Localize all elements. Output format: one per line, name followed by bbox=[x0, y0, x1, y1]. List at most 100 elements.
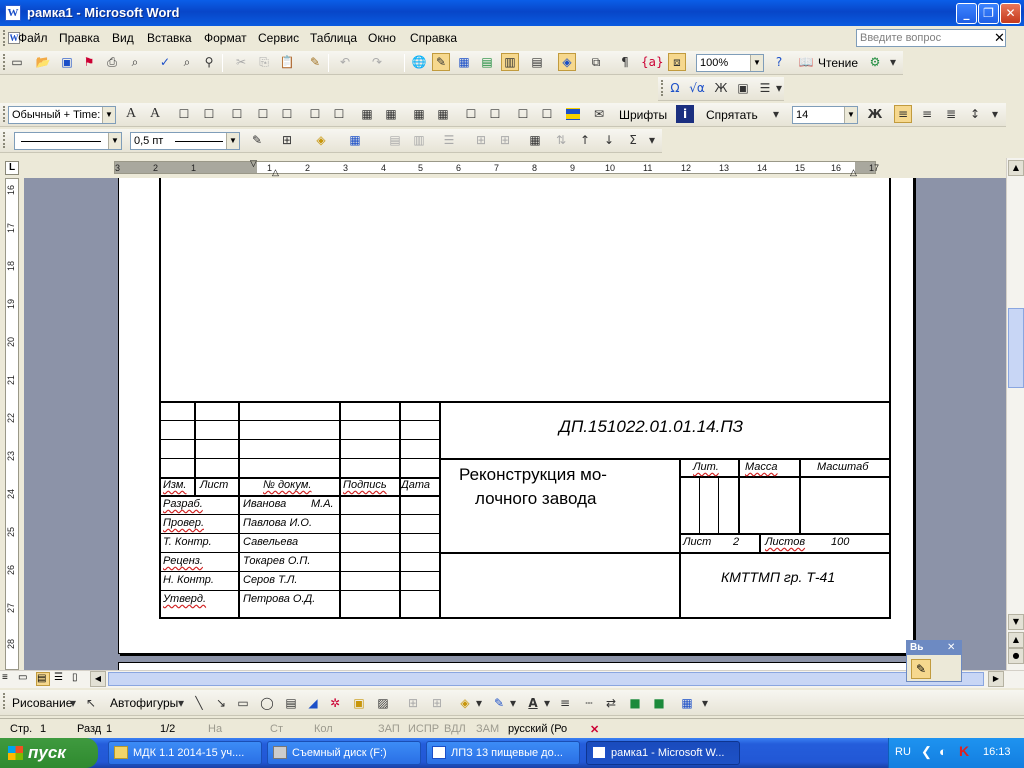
close-doc-icon[interactable]: ✕ bbox=[994, 30, 1005, 46]
tab-selector[interactable]: L bbox=[5, 161, 19, 175]
minimize-button[interactable]: _ bbox=[956, 3, 977, 24]
text-box-icon[interactable]: ▤ bbox=[282, 694, 300, 712]
grid-icon[interactable]: ▦ bbox=[410, 105, 428, 123]
menu-edit[interactable]: Правка bbox=[59, 31, 100, 45]
browse-object-icon[interactable]: ● bbox=[1008, 648, 1024, 664]
fonts-button[interactable]: Шрифты bbox=[619, 108, 667, 122]
role-tech-control[interactable]: Т. Контр. bbox=[163, 536, 212, 548]
chevron-down-icon[interactable]: ▾ bbox=[176, 694, 186, 712]
menu-tools[interactable]: Сервис bbox=[258, 31, 299, 45]
find-icon[interactable]: ⚲ bbox=[200, 53, 218, 71]
col-header-docno[interactable]: № докум. bbox=[263, 479, 311, 491]
doc-map-icon[interactable]: ◈ bbox=[558, 53, 576, 71]
reading-button[interactable]: Чтение bbox=[818, 56, 858, 70]
vertical-ruler-strip[interactable]: 16 17 18 19 20 21 22 23 24 25 26 27 28 bbox=[5, 178, 19, 670]
style-select[interactable]: Обычный + Time: ▼ bbox=[8, 106, 116, 124]
doc-title-line1[interactable]: Реконструкция мо- bbox=[459, 465, 607, 485]
shading-icon[interactable]: ◈ bbox=[312, 131, 330, 149]
distribute-rows-icon[interactable]: ⊞ bbox=[472, 131, 490, 149]
fill-color-icon[interactable]: ◈ bbox=[456, 694, 474, 712]
permission-icon[interactable]: ⚑ bbox=[80, 53, 98, 71]
task-word-doc[interactable]: ЛПЗ 13 пищевые до... bbox=[426, 741, 580, 765]
align-center-icon[interactable]: ≡ bbox=[918, 105, 936, 123]
menu-format[interactable]: Формат bbox=[204, 31, 247, 45]
lit-label[interactable]: Лит. bbox=[693, 461, 719, 473]
autoformat-icon[interactable]: ▦ bbox=[526, 131, 544, 149]
vertical-scrollbar[interactable]: ▲ ▼ ▲ ● bbox=[1006, 158, 1024, 670]
border-box-icon[interactable]: ☐ bbox=[254, 105, 272, 123]
line-spacing-icon[interactable]: ↕ bbox=[966, 105, 984, 123]
scroll-right-icon[interactable]: ▶ bbox=[988, 671, 1004, 687]
3d-icon[interactable]: ⊞ bbox=[428, 694, 446, 712]
print-icon[interactable]: ⎙ bbox=[103, 53, 121, 71]
ask-question-input[interactable]: Введите вопрос bbox=[856, 29, 1006, 47]
line-icon[interactable]: ╲ bbox=[190, 694, 208, 712]
toolbar-grip[interactable] bbox=[661, 80, 664, 96]
merge-cells-icon[interactable]: ▤ bbox=[386, 131, 404, 149]
chevron-down-icon[interactable]: ▾ bbox=[474, 694, 484, 712]
autosum-icon[interactable]: Σ bbox=[624, 131, 642, 149]
pilcrow-icon[interactable]: ¶ bbox=[616, 53, 634, 71]
insert-table-icon[interactable]: ▦ bbox=[455, 53, 473, 71]
toolbar-options-icon[interactable]: ▾ bbox=[770, 105, 782, 123]
outline-view-icon[interactable]: ☰ bbox=[54, 672, 68, 686]
reading-view-icon[interactable]: ▯ bbox=[72, 672, 86, 686]
toolbar-options-icon[interactable]: ▾ bbox=[886, 53, 900, 71]
border-box-icon[interactable]: ☐ bbox=[330, 105, 348, 123]
status-rec[interactable]: ЗАП bbox=[378, 723, 400, 735]
new-doc-icon[interactable]: ▭ bbox=[8, 53, 26, 71]
align-left-icon[interactable]: ≡ bbox=[894, 105, 912, 123]
border-box-icon[interactable]: ☐ bbox=[228, 105, 246, 123]
role-checker[interactable]: Провер. bbox=[163, 517, 204, 529]
equation-icon[interactable]: √α bbox=[688, 79, 706, 97]
scroll-down-icon[interactable]: ▼ bbox=[1008, 614, 1024, 630]
chevron-down-icon[interactable]: ▾ bbox=[508, 694, 518, 712]
task-removable-disk[interactable]: Съемный диск (F:) bbox=[267, 741, 421, 765]
print-layout-icon[interactable]: ▤ bbox=[36, 672, 50, 686]
scroll-thumb[interactable] bbox=[1008, 308, 1024, 388]
hyperlink-icon[interactable]: 🌐 bbox=[410, 53, 428, 71]
spelling-status-icon[interactable]: ✕ bbox=[590, 723, 599, 736]
open-icon[interactable]: 📂 bbox=[34, 53, 52, 71]
tray-arrow-icon[interactable]: ❮ bbox=[921, 744, 932, 760]
insert-picture-icon[interactable]: ▨ bbox=[374, 694, 392, 712]
doc-code[interactable]: ДП.151022.01.01.14.ПЗ bbox=[559, 417, 743, 437]
menu-help[interactable]: Справка bbox=[410, 31, 457, 45]
3d-style-icon[interactable]: ■ bbox=[650, 694, 668, 712]
split-cells-icon[interactable]: ▥ bbox=[410, 131, 428, 149]
sheets-label[interactable]: Листов bbox=[765, 536, 805, 548]
menu-insert[interactable]: Вставка bbox=[147, 31, 192, 45]
status-ext[interactable]: ВДЛ bbox=[444, 723, 466, 735]
format-painter-icon[interactable]: ✎ bbox=[306, 53, 324, 71]
menu-view[interactable]: Вид bbox=[112, 31, 134, 45]
name-tech-control[interactable]: Савельева bbox=[243, 536, 298, 548]
line-weight-select[interactable]: 0,5 пт ▼ bbox=[130, 132, 240, 150]
horizontal-scrollbar[interactable]: ≡ ▭ ▤ ☰ ▯ ◀ ▶ bbox=[0, 670, 1024, 688]
grid-icon[interactable]: ▦ bbox=[358, 105, 376, 123]
text-direction-icon[interactable]: ⇅ bbox=[552, 131, 570, 149]
align-cell-icon[interactable]: ☰ bbox=[440, 131, 458, 149]
h-scroll-thumb[interactable] bbox=[108, 672, 984, 686]
menu-window[interactable]: Окно bbox=[368, 31, 396, 45]
read-icon[interactable]: ⧈ bbox=[668, 53, 686, 71]
border-box-icon[interactable]: ☐ bbox=[486, 105, 504, 123]
shadow-icon[interactable]: ⊞ bbox=[404, 694, 422, 712]
info-icon[interactable]: i bbox=[676, 105, 694, 123]
shrink-font-icon[interactable]: A bbox=[146, 105, 164, 123]
language-indicator[interactable]: RU bbox=[895, 746, 911, 758]
document-page[interactable]: ДП.151022.01.01.14.ПЗ Реконструкция мо- … bbox=[118, 178, 914, 654]
role-reviewer[interactable]: Реценз. bbox=[163, 555, 203, 567]
picture-icon[interactable]: ▣ bbox=[734, 79, 752, 97]
name-checker[interactable]: Павлова И.О. bbox=[243, 517, 312, 529]
normal-view-icon[interactable]: ≡ bbox=[2, 672, 16, 686]
tables-borders-icon[interactable]: ✎ bbox=[432, 53, 450, 71]
doc-title-line2[interactable]: лочного завода bbox=[475, 489, 596, 509]
arrow-style-icon[interactable]: ⇄ bbox=[602, 694, 620, 712]
col-header-date[interactable]: Дата bbox=[401, 479, 430, 491]
border-box-icon[interactable]: ☐ bbox=[306, 105, 324, 123]
right-indent-marker[interactable]: △ bbox=[850, 167, 857, 178]
floating-toolbar[interactable]: Вь ✕ ✎ bbox=[906, 640, 962, 682]
arrow-icon[interactable]: ↘ bbox=[212, 694, 230, 712]
select-objects-icon[interactable]: ↖ bbox=[82, 694, 100, 712]
prev-page-icon[interactable]: ▲ bbox=[1008, 632, 1024, 648]
